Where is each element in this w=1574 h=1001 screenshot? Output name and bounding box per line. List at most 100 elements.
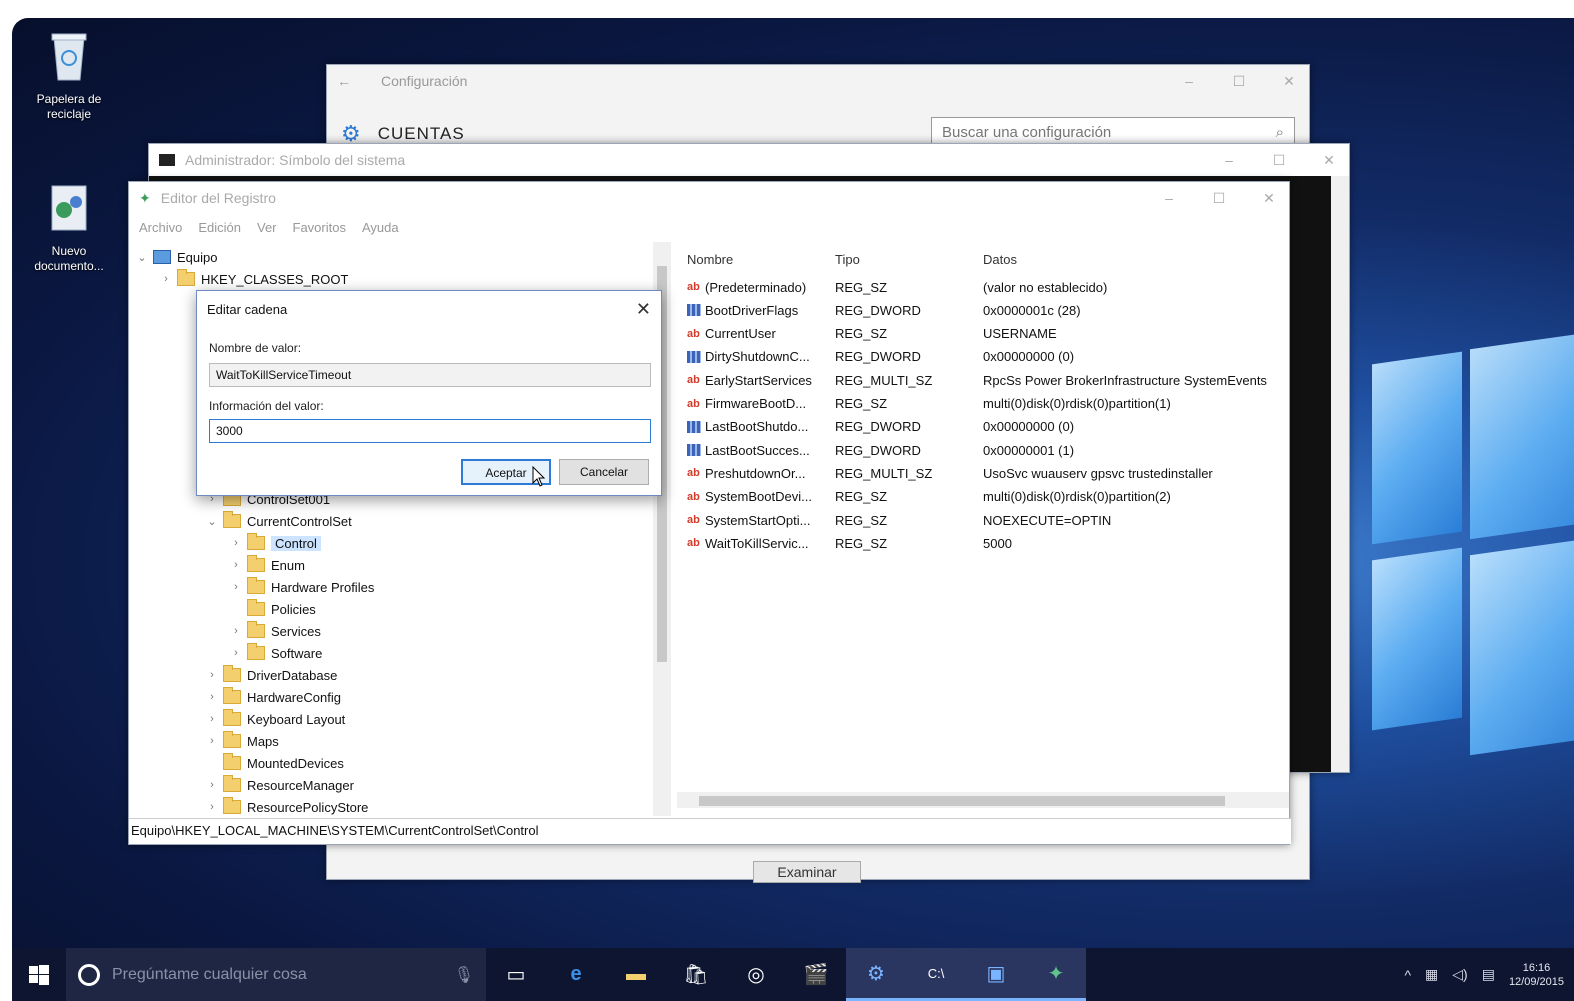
regedit-app-icon[interactable]: ✦	[1026, 948, 1086, 1001]
new-document-icon[interactable]: Nuevo documento...	[24, 180, 114, 274]
chevron-up-icon[interactable]: ^	[1404, 967, 1411, 983]
registry-value-data[interactable]: 0x00000000 (0)	[983, 416, 1074, 438]
chevron-right-icon[interactable]: ›	[205, 779, 219, 791]
registry-value-type[interactable]: REG_DWORD	[835, 299, 921, 321]
registry-value-data[interactable]: NOEXECUTE=OPTIN	[983, 509, 1111, 531]
tree-item-keyboard-layout[interactable]: › Keyboard Layout	[205, 708, 345, 730]
registry-value-data[interactable]: (valor no establecido)	[983, 276, 1107, 298]
tree-item-resourcemanager[interactable]: › ResourceManager	[205, 774, 354, 796]
edge-browser-icon[interactable]: e	[546, 948, 606, 1001]
close-button[interactable]: ✕	[1319, 152, 1339, 169]
maximize-button[interactable]: ☐	[1229, 73, 1249, 90]
chevron-down-icon[interactable]: ⌄	[205, 515, 219, 528]
registry-value-type[interactable]: REG_DWORD	[835, 439, 921, 461]
tree-item-equipo[interactable]: ⌄ Equipo	[135, 246, 217, 268]
registry-value-data[interactable]: 0x00000000 (0)	[983, 346, 1074, 368]
registry-value-type[interactable]: REG_DWORD	[835, 346, 921, 368]
tree-item-enum[interactable]: › Enum	[229, 554, 305, 576]
registry-value-row[interactable]: ab EarlyStartServices	[687, 369, 812, 391]
registry-value-type[interactable]: REG_MULTI_SZ	[835, 369, 932, 391]
cortana-search-box[interactable]: Pregúntame cualquier cosa 🎙	[66, 948, 486, 1001]
chevron-right-icon[interactable]: ›	[229, 559, 243, 571]
value-data-field[interactable]: 3000	[209, 419, 651, 443]
menu-favoritos[interactable]: Favoritos	[293, 220, 346, 235]
tree-item-maps[interactable]: › Maps	[205, 730, 279, 752]
cancel-button[interactable]: Cancelar	[559, 459, 649, 485]
registry-value-data[interactable]: 0x00000001 (1)	[983, 439, 1074, 461]
registry-value-type[interactable]: REG_DWORD	[835, 416, 921, 438]
tree-item-services[interactable]: › Services	[229, 620, 321, 642]
media-player-icon[interactable]: ◎	[726, 948, 786, 1001]
values-horizontal-scrollbar[interactable]	[677, 792, 1289, 808]
scrollbar-thumb[interactable]	[699, 796, 1225, 806]
tree-item-currentcontrolset[interactable]: ⌄ CurrentControlSet	[205, 510, 352, 532]
minimize-button[interactable]: –	[1159, 190, 1179, 207]
registry-value-row[interactable]: ab (Predeterminado)	[687, 276, 806, 298]
registry-value-row[interactable]: ab SystemBootDevi...	[687, 486, 812, 508]
maximize-button[interactable]: ☐	[1209, 190, 1229, 207]
registry-value-row[interactable]: ab WaitToKillServic...	[687, 532, 809, 554]
chevron-right-icon[interactable]: ›	[229, 625, 243, 637]
registry-value-type[interactable]: REG_MULTI_SZ	[835, 462, 932, 484]
registry-value-type[interactable]: REG_SZ	[835, 393, 887, 415]
menu-archivo[interactable]: Archivo	[139, 220, 182, 235]
command-prompt-app-icon[interactable]: C:\	[906, 948, 966, 1001]
tree-item-policies[interactable]: Policies	[229, 598, 316, 620]
tree-item-hardware-profiles[interactable]: › Hardware Profiles	[229, 576, 374, 598]
chevron-right-icon[interactable]: ›	[229, 537, 243, 549]
network-icon[interactable]: ▦	[1425, 966, 1438, 983]
registry-value-data[interactable]: UsoSvc wuauserv gpsvc trustedinstaller	[983, 462, 1213, 484]
menu-ver[interactable]: Ver	[257, 220, 277, 235]
registry-value-data[interactable]: USERNAME	[983, 323, 1057, 345]
recycle-bin-icon[interactable]: Papelera de reciclaje	[24, 28, 114, 122]
registry-value-row[interactable]: LastBootSucces...	[687, 439, 810, 461]
menu-edicion[interactable]: Edición	[198, 220, 241, 235]
registry-value-type[interactable]: REG_SZ	[835, 276, 887, 298]
registry-value-row[interactable]: ab SystemStartOpti...	[687, 509, 810, 531]
file-explorer-icon[interactable]: ▬	[606, 948, 666, 1001]
registry-value-row[interactable]: ab FirmwareBootD...	[687, 393, 806, 415]
registry-value-type[interactable]: REG_SZ	[835, 486, 887, 508]
chevron-right-icon[interactable]: ›	[205, 713, 219, 725]
window-app-icon[interactable]: ▣	[966, 948, 1026, 1001]
store-icon[interactable]: 🛍	[666, 948, 726, 1001]
registry-value-row[interactable]: ab CurrentUser	[687, 323, 776, 345]
minimize-button[interactable]: –	[1219, 152, 1239, 169]
column-header-data[interactable]: Datos	[983, 252, 1017, 272]
registry-value-data[interactable]: multi(0)disk(0)rdisk(0)partition(1)	[983, 393, 1171, 415]
chevron-right-icon[interactable]: ›	[205, 691, 219, 703]
registry-value-data[interactable]: 5000	[983, 532, 1012, 554]
task-view-icon[interactable]: ▭	[486, 948, 546, 1001]
registry-value-type[interactable]: REG_SZ	[835, 532, 887, 554]
volume-icon[interactable]: ◁)	[1452, 966, 1467, 983]
clock[interactable]: 16:16 12/09/2015	[1509, 961, 1564, 989]
tree-item-mounteddevices[interactable]: MountedDevices	[205, 752, 344, 774]
maximize-button[interactable]: ☐	[1269, 152, 1289, 169]
registry-value-row[interactable]: DirtyShutdownC...	[687, 346, 810, 368]
tree-item-software[interactable]: › Software	[229, 642, 322, 664]
tree-item-resourcepolicystore[interactable]: › ResourcePolicyStore	[205, 796, 368, 816]
examinar-button[interactable]: Examinar	[753, 861, 861, 883]
close-button[interactable]: ✕	[1279, 73, 1299, 90]
close-button[interactable]: ✕	[1259, 190, 1279, 207]
chevron-down-icon[interactable]: ⌄	[135, 251, 149, 264]
registry-value-data[interactable]: multi(0)disk(0)rdisk(0)partition(2)	[983, 486, 1171, 508]
settings-app-icon[interactable]: ⚙	[846, 948, 906, 1001]
movies-icon[interactable]: 🎬	[786, 948, 846, 1001]
chevron-right-icon[interactable]: ›	[229, 581, 243, 593]
tree-item-control[interactable]: › Control	[229, 532, 321, 554]
chevron-right-icon[interactable]: ›	[205, 669, 219, 681]
registry-value-data[interactable]: 0x0000001c (28)	[983, 299, 1081, 321]
registry-value-data[interactable]: RpcSs Power BrokerInfrastructure SystemE…	[983, 369, 1267, 391]
microphone-icon[interactable]: 🎙	[454, 965, 474, 985]
chevron-right-icon[interactable]: ›	[205, 735, 219, 747]
close-icon[interactable]: ✕	[636, 299, 651, 320]
tree-item-hkey-classes-root[interactable]: › HKEY_CLASSES_ROOT	[159, 268, 348, 290]
minimize-button[interactable]: –	[1179, 73, 1199, 90]
back-arrow-icon[interactable]: ←	[337, 73, 351, 89]
registry-value-row[interactable]: ab PreshutdownOr...	[687, 462, 805, 484]
chevron-right-icon[interactable]: ›	[205, 801, 219, 813]
registry-value-type[interactable]: REG_SZ	[835, 323, 887, 345]
registry-value-type[interactable]: REG_SZ	[835, 509, 887, 531]
column-header-type[interactable]: Tipo	[835, 252, 860, 272]
